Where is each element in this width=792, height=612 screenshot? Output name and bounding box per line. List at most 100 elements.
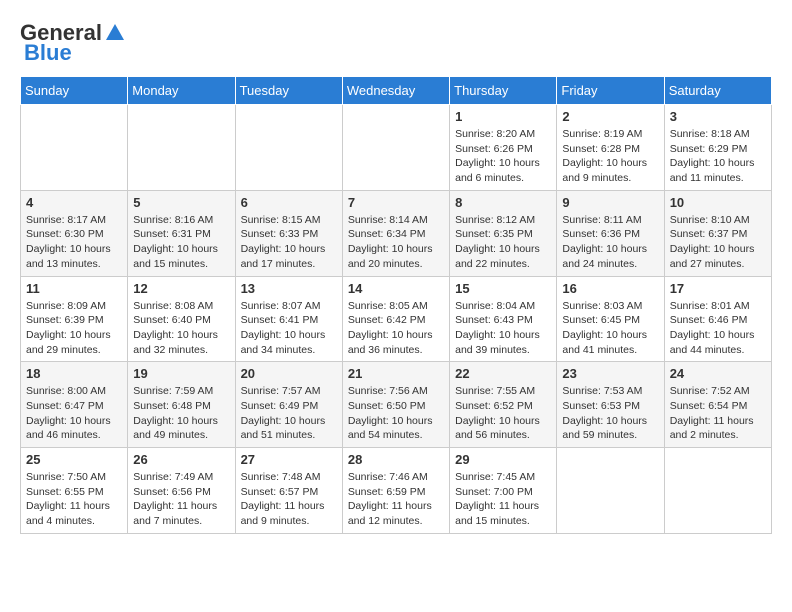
day-info: Sunrise: 7:48 AMSunset: 6:57 PMDaylight:… bbox=[241, 470, 337, 529]
calendar-cell: 14 Sunrise: 8:05 AMSunset: 6:42 PMDayligh… bbox=[342, 276, 449, 362]
day-number: 6 bbox=[241, 195, 337, 210]
day-number: 25 bbox=[26, 452, 122, 467]
day-info: Sunrise: 7:49 AMSunset: 6:56 PMDaylight:… bbox=[133, 470, 229, 529]
calendar-cell: 9Sunrise: 8:11 AMSunset: 6:36 PMDaylight… bbox=[557, 190, 664, 276]
day-number: 23 bbox=[562, 366, 658, 381]
day-number: 14 bbox=[348, 281, 444, 296]
day-number: 4 bbox=[26, 195, 122, 210]
day-info: Sunrise: 7:53 AMSunset: 6:53 PMDaylight:… bbox=[562, 384, 658, 443]
day-info: Sunrise: 8:03 AMSunset: 6:45 PMDaylight:… bbox=[562, 299, 658, 358]
day-number: 24 bbox=[670, 366, 766, 381]
calendar-cell: 4 Sunrise: 8:17 AMSunset: 6:30 PMDaylight… bbox=[21, 190, 128, 276]
calendar-cell: 13 Sunrise: 8:07 AMSunset: 6:41 PMDayligh… bbox=[235, 276, 342, 362]
page-header: General Blue bbox=[20, 20, 772, 66]
calendar-cell: 15 Sunrise: 8:04 AMSunset: 6:43 PMDayligh… bbox=[450, 276, 557, 362]
day-info: Sunrise: 7:45 AMSunset: 7:00 PMDaylight:… bbox=[455, 470, 551, 529]
day-number: 16 bbox=[562, 281, 658, 296]
calendar-cell: 17 Sunrise: 8:01 AMSunset: 6:46 PMDayligh… bbox=[664, 276, 771, 362]
calendar-week-row: 4 Sunrise: 8:17 AMSunset: 6:30 PMDaylight… bbox=[21, 190, 772, 276]
calendar-cell: 22 Sunrise: 7:55 AMSunset: 6:52 PMDayligh… bbox=[450, 362, 557, 448]
logo-icon bbox=[104, 22, 126, 44]
calendar-cell: 6Sunrise: 8:15 AMSunset: 6:33 PMDaylight… bbox=[235, 190, 342, 276]
calendar-cell bbox=[557, 448, 664, 534]
calendar-cell: 2 Sunrise: 8:19 AMSunset: 6:28 PMDaylight… bbox=[557, 105, 664, 191]
day-number: 2 bbox=[562, 109, 658, 124]
day-info: Sunrise: 7:52 AMSunset: 6:54 PMDaylight:… bbox=[670, 384, 766, 443]
day-info: Sunrise: 8:20 AMSunset: 6:26 PMDaylight:… bbox=[455, 127, 551, 186]
day-info: Sunrise: 7:50 AMSunset: 6:55 PMDaylight:… bbox=[26, 470, 122, 529]
calendar-cell: 20 Sunrise: 7:57 AMSunset: 6:49 PMDayligh… bbox=[235, 362, 342, 448]
day-info: Sunrise: 8:16 AMSunset: 6:31 PMDaylight:… bbox=[133, 213, 229, 272]
day-number: 29 bbox=[455, 452, 551, 467]
calendar-cell: 21Sunrise: 7:56 AMSunset: 6:50 PMDayligh… bbox=[342, 362, 449, 448]
day-number: 1 bbox=[455, 109, 551, 124]
calendar-cell bbox=[342, 105, 449, 191]
calendar-cell: 25 Sunrise: 7:50 AMSunset: 6:55 PMDayligh… bbox=[21, 448, 128, 534]
day-header-wednesday: Wednesday bbox=[342, 77, 449, 105]
day-info: Sunrise: 8:18 AMSunset: 6:29 PMDaylight:… bbox=[670, 127, 766, 186]
calendar-cell: 5 Sunrise: 8:16 AMSunset: 6:31 PMDaylight… bbox=[128, 190, 235, 276]
calendar-cell: 27 Sunrise: 7:48 AMSunset: 6:57 PMDayligh… bbox=[235, 448, 342, 534]
calendar-week-row: 11Sunrise: 8:09 AMSunset: 6:39 PMDayligh… bbox=[21, 276, 772, 362]
calendar-cell: 29 Sunrise: 7:45 AMSunset: 7:00 PMDayligh… bbox=[450, 448, 557, 534]
calendar-cell: 26 Sunrise: 7:49 AMSunset: 6:56 PMDayligh… bbox=[128, 448, 235, 534]
day-number: 26 bbox=[133, 452, 229, 467]
day-number: 17 bbox=[670, 281, 766, 296]
calendar-cell: 24 Sunrise: 7:52 AMSunset: 6:54 PMDayligh… bbox=[664, 362, 771, 448]
calendar-cell bbox=[21, 105, 128, 191]
day-header-monday: Monday bbox=[128, 77, 235, 105]
calendar-cell: 8 Sunrise: 8:12 AMSunset: 6:35 PMDaylight… bbox=[450, 190, 557, 276]
calendar-cell bbox=[664, 448, 771, 534]
day-number: 27 bbox=[241, 452, 337, 467]
day-number: 12 bbox=[133, 281, 229, 296]
calendar-cell: 11Sunrise: 8:09 AMSunset: 6:39 PMDayligh… bbox=[21, 276, 128, 362]
day-info: Sunrise: 8:08 AMSunset: 6:40 PMDaylight:… bbox=[133, 299, 229, 358]
day-header-tuesday: Tuesday bbox=[235, 77, 342, 105]
day-info: Sunrise: 7:55 AMSunset: 6:52 PMDaylight:… bbox=[455, 384, 551, 443]
day-number: 3 bbox=[670, 109, 766, 124]
day-number: 18 bbox=[26, 366, 122, 381]
day-info: Sunrise: 8:09 AMSunset: 6:39 PMDaylight:… bbox=[26, 299, 122, 358]
calendar-cell: 23 Sunrise: 7:53 AMSunset: 6:53 PMDayligh… bbox=[557, 362, 664, 448]
day-info: Sunrise: 8:05 AMSunset: 6:42 PMDaylight:… bbox=[348, 299, 444, 358]
day-number: 8 bbox=[455, 195, 551, 210]
day-info: Sunrise: 7:59 AMSunset: 6:48 PMDaylight:… bbox=[133, 384, 229, 443]
day-number: 7 bbox=[348, 195, 444, 210]
day-number: 22 bbox=[455, 366, 551, 381]
day-header-thursday: Thursday bbox=[450, 77, 557, 105]
day-info: Sunrise: 8:14 AMSunset: 6:34 PMDaylight:… bbox=[348, 213, 444, 272]
day-info: Sunrise: 8:04 AMSunset: 6:43 PMDaylight:… bbox=[455, 299, 551, 358]
day-number: 28 bbox=[348, 452, 444, 467]
day-info: Sunrise: 8:10 AMSunset: 6:37 PMDaylight:… bbox=[670, 213, 766, 272]
day-number: 13 bbox=[241, 281, 337, 296]
day-info: Sunrise: 8:07 AMSunset: 6:41 PMDaylight:… bbox=[241, 299, 337, 358]
calendar-cell: 12 Sunrise: 8:08 AMSunset: 6:40 PMDayligh… bbox=[128, 276, 235, 362]
calendar-table: SundayMondayTuesdayWednesdayThursdayFrid… bbox=[20, 76, 772, 534]
calendar-cell: 18 Sunrise: 8:00 AMSunset: 6:47 PMDayligh… bbox=[21, 362, 128, 448]
calendar-week-row: 18 Sunrise: 8:00 AMSunset: 6:47 PMDayligh… bbox=[21, 362, 772, 448]
day-info: Sunrise: 8:00 AMSunset: 6:47 PMDaylight:… bbox=[26, 384, 122, 443]
day-number: 19 bbox=[133, 366, 229, 381]
day-info: Sunrise: 8:12 AMSunset: 6:35 PMDaylight:… bbox=[455, 213, 551, 272]
day-header-friday: Friday bbox=[557, 77, 664, 105]
calendar-week-row: 25 Sunrise: 7:50 AMSunset: 6:55 PMDayligh… bbox=[21, 448, 772, 534]
day-info: Sunrise: 8:17 AMSunset: 6:30 PMDaylight:… bbox=[26, 213, 122, 272]
calendar-week-row: 1 Sunrise: 8:20 AMSunset: 6:26 PMDaylight… bbox=[21, 105, 772, 191]
calendar-cell: 19 Sunrise: 7:59 AMSunset: 6:48 PMDayligh… bbox=[128, 362, 235, 448]
day-info: Sunrise: 7:46 AMSunset: 6:59 PMDaylight:… bbox=[348, 470, 444, 529]
day-number: 5 bbox=[133, 195, 229, 210]
day-info: Sunrise: 7:57 AMSunset: 6:49 PMDaylight:… bbox=[241, 384, 337, 443]
calendar-cell: 16 Sunrise: 8:03 AMSunset: 6:45 PMDayligh… bbox=[557, 276, 664, 362]
day-info: Sunrise: 8:19 AMSunset: 6:28 PMDaylight:… bbox=[562, 127, 658, 186]
calendar-cell: 28 Sunrise: 7:46 AMSunset: 6:59 PMDayligh… bbox=[342, 448, 449, 534]
day-number: 15 bbox=[455, 281, 551, 296]
day-info: Sunrise: 8:11 AMSunset: 6:36 PMDaylight:… bbox=[562, 213, 658, 272]
day-header-sunday: Sunday bbox=[21, 77, 128, 105]
day-info: Sunrise: 8:01 AMSunset: 6:46 PMDaylight:… bbox=[670, 299, 766, 358]
calendar-cell bbox=[235, 105, 342, 191]
day-header-saturday: Saturday bbox=[664, 77, 771, 105]
day-number: 21 bbox=[348, 366, 444, 381]
calendar-cell bbox=[128, 105, 235, 191]
day-number: 20 bbox=[241, 366, 337, 381]
calendar-cell: 10Sunrise: 8:10 AMSunset: 6:37 PMDayligh… bbox=[664, 190, 771, 276]
